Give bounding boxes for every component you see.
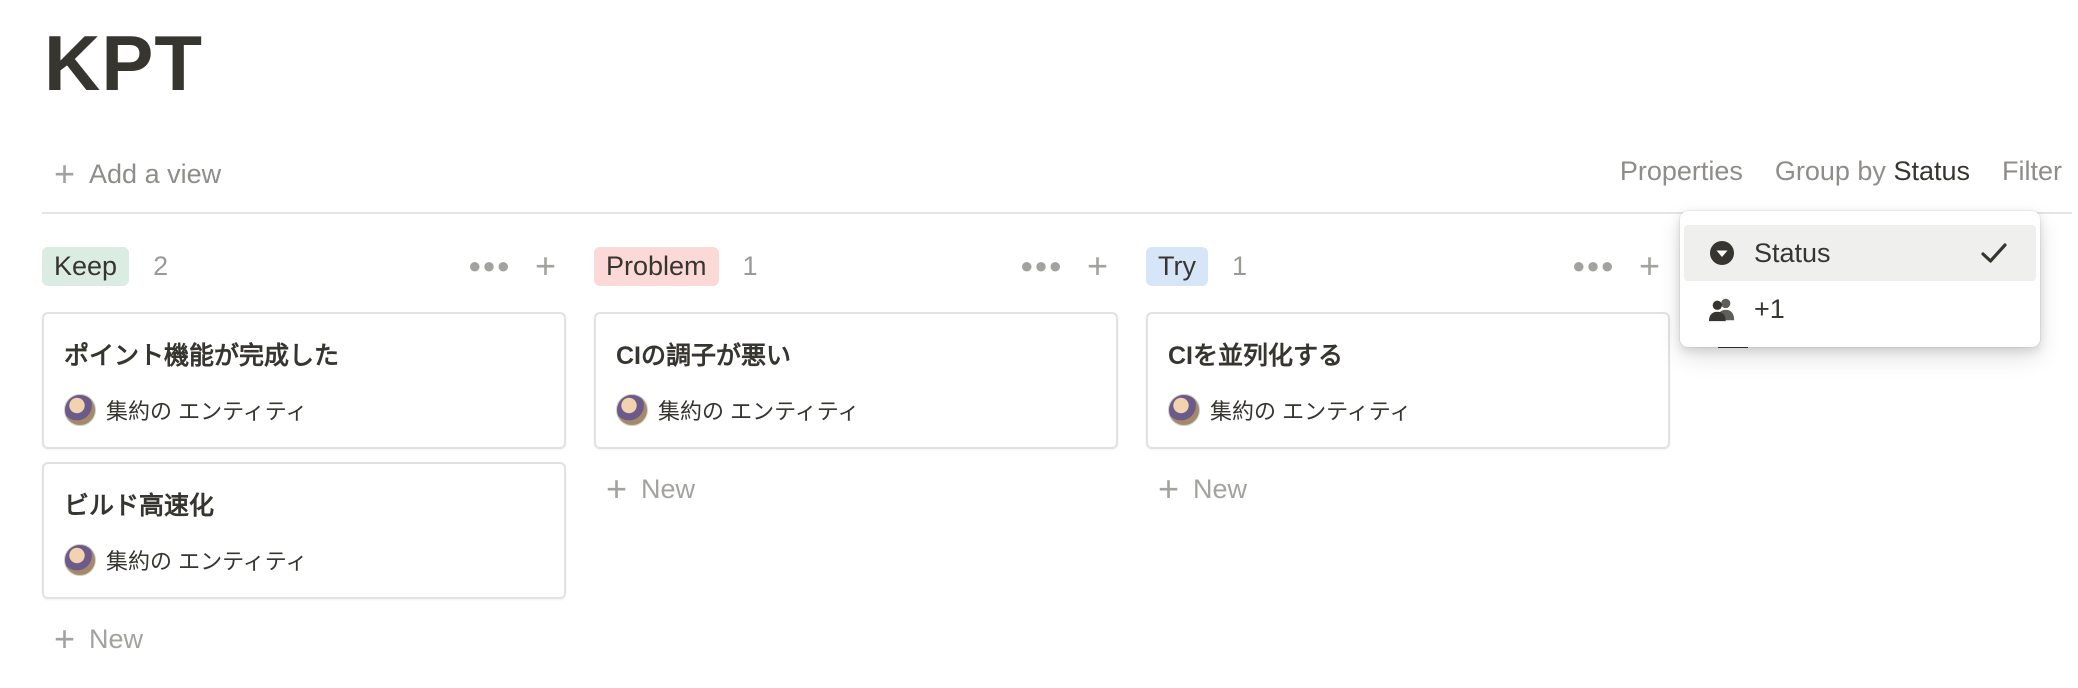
group-by-option-status[interactable]: Status (1684, 225, 2036, 281)
person-name: 集約の エンティティ (106, 549, 308, 574)
board-card[interactable]: ビルド高速化 集約の エンティティ (42, 462, 566, 599)
add-view-label: Add a view (89, 158, 222, 189)
new-label: New (89, 623, 144, 654)
status-tag[interactable]: Problem (594, 246, 719, 286)
new-label: New (1193, 473, 1248, 504)
option-label: Status (1754, 237, 1831, 268)
add-view-button[interactable]: + Add a view (54, 156, 221, 192)
board-card[interactable]: CIを並列化する 集約の エンティティ (1146, 312, 1670, 449)
avatar (1168, 394, 1200, 426)
column-header: Keep 2 ●●● + (42, 240, 566, 292)
page-title: KPT (44, 19, 203, 107)
plus-icon: + (606, 468, 628, 509)
status-tag[interactable]: Try (1146, 246, 1208, 286)
group-by-button[interactable]: Group by Status (1775, 156, 1970, 187)
plus-icon: + (1158, 468, 1180, 509)
person-name: 集約の エンティティ (106, 399, 308, 424)
group-by-value: Status (1893, 156, 1970, 186)
status-tag[interactable]: Keep (42, 246, 130, 286)
card-person: 集約の エンティティ (1168, 394, 1411, 426)
group-by-prefix: Group by (1774, 156, 1886, 186)
plus-icon: + (54, 153, 76, 194)
card-person: 集約の エンティティ (64, 544, 307, 576)
more-icon[interactable]: ●●● (468, 253, 511, 279)
add-card-icon[interactable]: + (1639, 248, 1660, 284)
board-column-try: Try 1 ●●● + CIを並列化する 集約の エンティティ + New (1146, 240, 1670, 507)
column-header: Try 1 ●●● + (1146, 240, 1670, 292)
people-icon (1708, 295, 1736, 323)
card-title: CIを並列化する (1168, 342, 1344, 370)
person-name: 集約の エンティティ (658, 399, 860, 424)
filter-button[interactable]: Filter (2002, 156, 2062, 187)
group-by-option-plus-one[interactable]: +1 (1684, 281, 2036, 337)
properties-button[interactable]: Properties (1620, 156, 1743, 187)
checkmark-icon (1978, 237, 2010, 276)
avatar (64, 394, 96, 426)
new-card-button[interactable]: + New (42, 621, 566, 657)
more-icon[interactable]: ●●● (1572, 253, 1615, 279)
card-person: 集約の エンティティ (64, 394, 307, 426)
column-count: 1 (742, 250, 758, 281)
status-select-icon (1708, 239, 1736, 267)
option-label: +1 (1754, 293, 1785, 324)
add-card-icon[interactable]: + (535, 248, 556, 284)
new-card-button[interactable]: + New (594, 471, 1118, 507)
person-name: 集約の エンティティ (1210, 399, 1412, 424)
plus-icon: + (54, 618, 76, 659)
card-title: CIの調子が悪い (616, 342, 792, 370)
card-person: 集約の エンティティ (616, 394, 859, 426)
board-card[interactable]: CIの調子が悪い 集約の エンティティ (594, 312, 1118, 449)
new-card-button[interactable]: + New (1146, 471, 1670, 507)
board-column-problem: Problem 1 ●●● + CIの調子が悪い 集約の エンティティ + Ne… (594, 240, 1118, 507)
card-title: ビルド高速化 (64, 492, 215, 520)
card-title: ポイント機能が完成した (64, 342, 340, 370)
more-icon[interactable]: ●●● (1020, 253, 1063, 279)
new-label: New (641, 473, 696, 504)
board-card[interactable]: ポイント機能が完成した 集約の エンティティ (42, 312, 566, 449)
column-count: 2 (153, 250, 169, 281)
toolbar-actions: Properties Group by Status Filter (1620, 156, 2062, 187)
board-column-keep: Keep 2 ●●● + ポイント機能が完成した 集約の エンティティ ビルド高… (42, 240, 566, 657)
group-by-menu: Status +1 (1680, 211, 2040, 347)
avatar (64, 544, 96, 576)
column-count: 1 (1231, 250, 1248, 281)
add-card-icon[interactable]: + (1087, 248, 1108, 284)
avatar (616, 394, 648, 426)
column-header: Problem 1 ●●● + (594, 240, 1118, 292)
view-toolbar: + Add a view Properties Group by Status … (42, 150, 2072, 214)
